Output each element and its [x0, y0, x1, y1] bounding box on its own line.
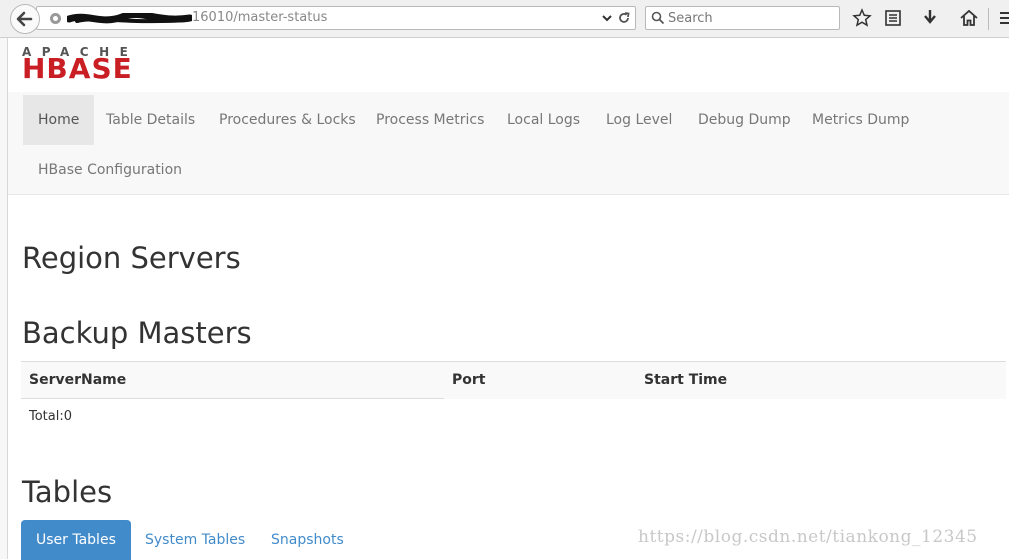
heading-backup-masters: Backup Masters — [22, 316, 252, 350]
chevron-down-icon[interactable] — [601, 12, 613, 24]
nav-metrics-dump[interactable]: Metrics Dump — [797, 95, 924, 145]
nav-log-level[interactable]: Log Level — [591, 95, 687, 145]
backup-masters-total: Total:0 — [29, 409, 73, 424]
watermark-text: https://blog.csdn.net/tiankong_12345 — [638, 527, 978, 547]
nav-hbase-configuration[interactable]: HBase Configuration — [23, 145, 197, 195]
reload-icon[interactable] — [617, 11, 631, 25]
nav-home[interactable]: Home — [23, 95, 95, 145]
column-header-port[interactable]: Port — [452, 372, 485, 388]
star-icon[interactable] — [852, 8, 872, 28]
nav-table-details[interactable]: Table Details — [91, 95, 210, 145]
search-field[interactable] — [645, 6, 840, 30]
column-header-servername[interactable]: ServerName — [29, 372, 126, 388]
arrow-left-icon — [16, 11, 33, 27]
reading-list-icon[interactable] — [884, 8, 902, 28]
logo-hbase[interactable]: HBASE — [22, 55, 133, 83]
tab-user-tables[interactable]: User Tables — [21, 520, 131, 560]
back-button[interactable] — [10, 4, 40, 34]
nav-procedures-locks[interactable]: Procedures & Locks — [204, 95, 371, 145]
home-icon[interactable] — [959, 8, 979, 28]
redaction-scribble-icon — [67, 13, 192, 24]
page-left-edge — [0, 38, 8, 559]
url-text: 16010/master-status — [192, 10, 328, 25]
tab-system-tables[interactable]: System Tables — [130, 520, 260, 560]
heading-region-servers: Region Servers — [22, 241, 241, 275]
menu-icon[interactable] — [1000, 11, 1009, 25]
heading-tables: Tables — [22, 475, 113, 509]
toolbar-separator — [988, 8, 989, 30]
search-input[interactable] — [668, 9, 833, 27]
tab-snapshots[interactable]: Snapshots — [256, 520, 359, 560]
main-navbar: Home Table Details Procedures & Locks Pr… — [8, 92, 1009, 195]
nav-process-metrics[interactable]: Process Metrics — [361, 95, 499, 145]
nav-local-logs[interactable]: Local Logs — [492, 95, 595, 145]
url-bar[interactable]: 16010/master-status — [36, 6, 636, 30]
search-icon — [651, 11, 665, 25]
download-icon[interactable] — [921, 8, 939, 28]
browser-toolbar: 16010/master-status — [0, 0, 1009, 38]
nav-debug-dump[interactable]: Debug Dump — [683, 95, 806, 145]
table-divider — [21, 398, 444, 399]
backup-masters-table-header: ServerName Port Start Time — [21, 361, 1006, 399]
column-header-start-time[interactable]: Start Time — [644, 372, 727, 388]
globe-icon — [50, 13, 61, 24]
